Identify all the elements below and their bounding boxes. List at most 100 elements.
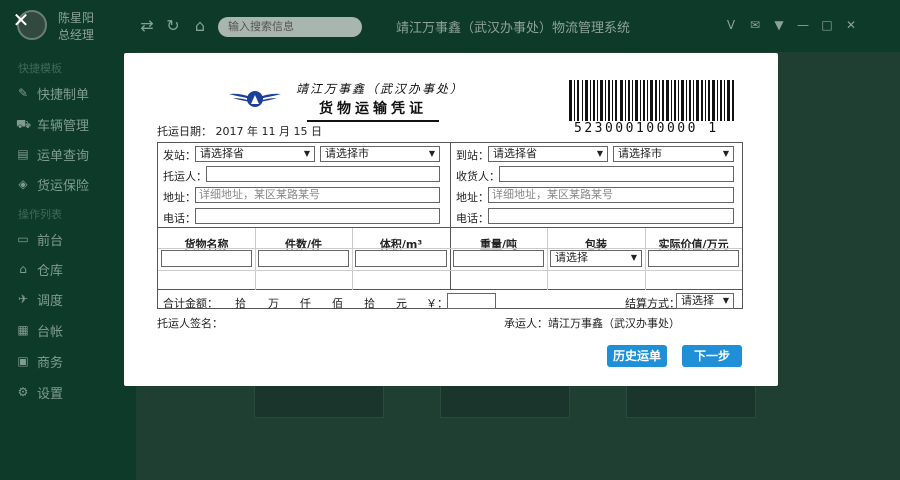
row-divider xyxy=(158,270,742,271)
sidebar-item-dispatch[interactable]: ✈ 调度 xyxy=(16,288,63,310)
form-divider xyxy=(450,143,451,228)
warehouse-icon: ⌂ xyxy=(19,262,27,276)
monitor-icon: ▭ xyxy=(17,232,29,246)
user-role: 总经理 xyxy=(58,28,95,42)
chevron-down-icon: ▼ xyxy=(722,149,729,158)
from-province-select[interactable]: 请选择省 ▼ xyxy=(195,146,315,162)
maximize-icon[interactable]: □ xyxy=(819,17,835,33)
chevron-down-icon: ▼ xyxy=(428,149,435,158)
ship-date-label: 托运日期： xyxy=(157,125,212,138)
select-value: 请选择省 xyxy=(493,147,537,160)
home-icon[interactable]: ⌂ xyxy=(191,17,209,35)
chevron-down-icon: ▼ xyxy=(303,149,310,158)
shirt-icon[interactable]: ▼ xyxy=(771,17,787,33)
app-title: 靖江万事鑫（武汉办事处）物流管理系统 xyxy=(396,21,631,36)
select-value: 请选择 xyxy=(681,294,714,307)
sidebar-item-label: 运单查询 xyxy=(37,148,90,164)
shield-icon: ◈ xyxy=(18,177,28,191)
window-close-icon[interactable]: ✕ xyxy=(843,17,859,33)
select-value: 请选择省 xyxy=(200,147,244,160)
top-bar: ⇄ ↻ ⌂ 靖江万事鑫（武汉办事处）物流管理系统 V ✉ ▼ — □ ✕ xyxy=(136,0,900,52)
chevron-down-icon: ▼ xyxy=(722,296,729,305)
sidebar-item-label: 台帐 xyxy=(37,324,64,340)
volume-input[interactable] xyxy=(355,250,447,267)
sidebar-item-label: 前台 xyxy=(37,233,64,249)
next-step-button[interactable]: 下一步 xyxy=(682,345,742,367)
unit-label: 拾 xyxy=(364,297,375,310)
sidebar-item-front-desk[interactable]: ▭ 前台 xyxy=(16,228,63,250)
sidebar-item-vehicles[interactable]: ⛟ 车辆管理 xyxy=(16,113,89,135)
from-station-label: 发站： xyxy=(163,149,196,162)
consignee-label: 收货人： xyxy=(456,170,500,183)
sidebar: 陈星阳 总经理 快捷模板 ✎ 快捷制单 ⛟ 车辆管理 ▤ 运单查询 ◈ 货运保险 操作列… xyxy=(0,0,136,480)
sidebar-item-settings[interactable]: ⚙ 设置 xyxy=(16,381,63,403)
unit-label: 佰 xyxy=(332,297,343,310)
document-icon: ▤ xyxy=(17,147,29,161)
consignee-phone-input[interactable] xyxy=(488,208,734,224)
switch-icon[interactable]: ⇄ xyxy=(138,17,156,35)
settlement-select[interactable]: 请选择 ▼ xyxy=(676,293,734,309)
total-amount-input[interactable] xyxy=(447,293,496,309)
chevron-down-icon: ▼ xyxy=(630,253,637,262)
company-logo xyxy=(229,91,281,107)
sidebar-item-label: 设置 xyxy=(37,386,64,402)
minimize-icon[interactable]: — xyxy=(795,17,811,33)
pieces-input[interactable] xyxy=(258,250,349,267)
select-value: 请选择 xyxy=(555,251,588,264)
refresh-icon[interactable]: ↻ xyxy=(164,17,182,35)
sidebar-item-ledger[interactable]: ▦ 台帐 xyxy=(16,319,63,341)
to-province-select[interactable]: 请选择省 ▼ xyxy=(488,146,608,162)
dispatch-icon: ✈ xyxy=(17,292,29,306)
sidebar-item-warehouse[interactable]: ⌂ 仓库 xyxy=(16,258,63,280)
from-city-select[interactable]: 请选择市 ▼ xyxy=(320,146,440,162)
unit-label: 仟 xyxy=(300,297,311,310)
consignee-phone-label: 电话： xyxy=(456,212,489,225)
sidebar-item-label: 车辆管理 xyxy=(37,118,90,134)
to-city-select[interactable]: 请选择市 ▼ xyxy=(613,146,734,162)
carrier-label: 承运人：靖江万事鑫（武汉办事处） xyxy=(504,317,680,330)
shipper-address-input[interactable] xyxy=(195,187,440,203)
shipper-phone-input[interactable] xyxy=(195,208,440,224)
shipper-address-label: 地址： xyxy=(163,191,196,204)
packaging-select[interactable]: 请选择 ▼ xyxy=(550,250,642,267)
consignee-address-input[interactable] xyxy=(488,187,734,203)
sidebar-item-waybill-query[interactable]: ▤ 运单查询 xyxy=(16,143,89,165)
value-input[interactable] xyxy=(648,250,739,267)
row-divider xyxy=(158,248,742,249)
shipper-phone-label: 电话： xyxy=(163,212,196,225)
unit-label: 拾 xyxy=(235,297,246,310)
truck-icon: ⛟ xyxy=(16,117,32,131)
pencil-icon: ✎ xyxy=(17,86,29,100)
chevron-down-icon: ▼ xyxy=(596,149,603,158)
total-label: 合计金额： xyxy=(163,297,218,310)
close-icon[interactable]: ✕ xyxy=(10,9,32,31)
section-quick-templates: 快捷模板 xyxy=(18,62,62,75)
weight-input[interactable] xyxy=(453,250,544,267)
sidebar-item-label: 仓库 xyxy=(37,263,64,279)
currency-symbol: ￥： xyxy=(426,297,448,310)
mail-icon[interactable]: ✉ xyxy=(747,17,763,33)
sidebar-item-insurance[interactable]: ◈ 货运保险 xyxy=(16,173,89,195)
select-value: 请选择市 xyxy=(325,147,369,160)
history-waybill-button[interactable]: 历史运单 xyxy=(607,345,667,367)
consignee-address-label: 地址： xyxy=(456,191,489,204)
sidebar-item-label: 快捷制单 xyxy=(37,87,90,103)
sidebar-item-label: 货运保险 xyxy=(37,178,90,194)
section-operations: 操作列表 xyxy=(18,208,62,221)
barcode-number: 523000100000 1 xyxy=(574,121,719,136)
goods-name-input[interactable] xyxy=(161,250,252,267)
sidebar-item-label: 调度 xyxy=(37,293,64,309)
search-input[interactable] xyxy=(218,17,362,37)
shipper-input[interactable] xyxy=(206,166,440,182)
waybill-form: 发站： 请选择省 ▼ 请选择市 ▼ 托运人： 地址： 电话： 到站： 请选择省 ▼ 请… xyxy=(157,142,743,310)
consignee-input[interactable] xyxy=(499,166,734,182)
vip-icon[interactable]: V xyxy=(723,17,739,33)
sidebar-item-business[interactable]: ▣ 商务 xyxy=(16,350,63,372)
document-title: 货物运输凭证 xyxy=(307,98,439,122)
barcode xyxy=(569,80,734,121)
to-station-label: 到站： xyxy=(456,149,489,162)
select-value: 请选择市 xyxy=(618,147,662,160)
sidebar-item-quick-order[interactable]: ✎ 快捷制单 xyxy=(16,82,89,104)
ship-date: 托运日期： 2017 年 11 月 15 日 xyxy=(157,123,322,139)
shipper-signature-label: 托运人签名： xyxy=(157,317,223,330)
